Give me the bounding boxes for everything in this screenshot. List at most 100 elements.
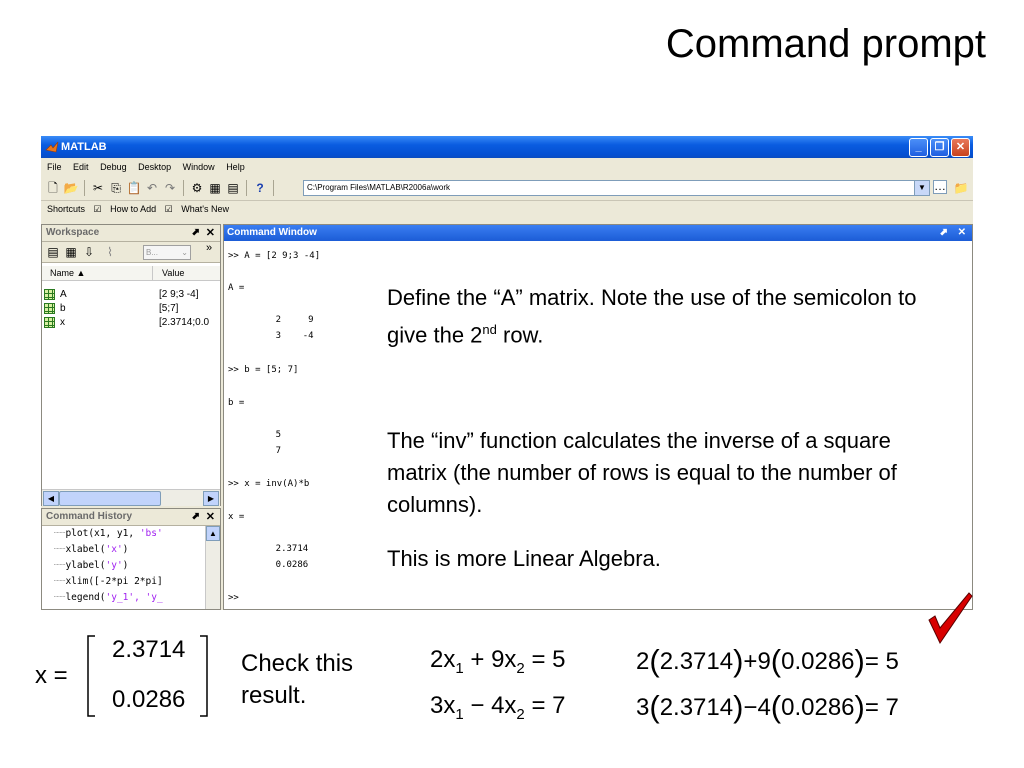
column-name[interactable]: Name ▲ bbox=[50, 266, 85, 280]
paste-icon[interactable]: 📋 bbox=[126, 180, 142, 196]
vertical-scrollbar[interactable]: ▲ bbox=[205, 526, 220, 609]
eq-rhs: = 5 bbox=[864, 648, 899, 675]
menu-desktop[interactable]: Desktop bbox=[138, 162, 171, 172]
workspace-row[interactable]: x [2.3714;0.0 bbox=[42, 316, 220, 330]
workspace-row[interactable]: A [2 9;3 -4] bbox=[42, 288, 220, 302]
result-value-2: 0.0286 bbox=[112, 686, 186, 713]
workspace-title: Workspace bbox=[46, 227, 100, 238]
var-value: [2 9;3 -4] bbox=[159, 289, 199, 300]
folder-up-icon[interactable]: 📁 bbox=[953, 180, 969, 196]
command-history-panel: Command History ⬈ ✕ ┈┈plot(x1, y1, 'bs' … bbox=[41, 508, 221, 610]
restore-button[interactable]: ❐ bbox=[930, 138, 949, 157]
eq-subscript: 1 bbox=[455, 660, 464, 677]
output-line: b = bbox=[228, 398, 245, 408]
profiler-icon[interactable]: ▤ bbox=[225, 180, 241, 196]
var-name: x bbox=[60, 317, 65, 328]
eq-value: 0.0286 bbox=[781, 694, 855, 721]
history-item[interactable]: ┈┈ylabel('y') bbox=[54, 560, 128, 571]
command-line: >> x = inv(A)*b bbox=[228, 479, 310, 489]
scroll-right-icon[interactable]: ▶ bbox=[203, 491, 219, 506]
note-inv: The “inv” function calculates the invers… bbox=[387, 428, 897, 517]
eq-operator: − bbox=[470, 692, 485, 719]
minimize-button[interactable]: _ bbox=[909, 138, 928, 157]
undock-icon[interactable]: ⬈ bbox=[192, 509, 200, 525]
history-item[interactable]: ┈┈legend('y_1', 'y_ bbox=[54, 592, 163, 603]
guide-icon[interactable]: ▦ bbox=[207, 180, 223, 196]
chevron-down-icon[interactable]: ▼ bbox=[914, 180, 930, 196]
substitution-1: 2(2.3714)+9(0.0286)= 5 bbox=[636, 641, 899, 678]
menu-edit[interactable]: Edit bbox=[73, 162, 89, 172]
eq-value: 0.0286 bbox=[781, 648, 855, 675]
simulink-icon[interactable]: ⚙ bbox=[189, 180, 205, 196]
workspace-row[interactable]: b [5;7] bbox=[42, 302, 220, 316]
open-folder-icon[interactable]: 📂 bbox=[63, 180, 79, 196]
menu-bar: File Edit Debug Desktop Window Help bbox=[41, 158, 973, 176]
open-paren: ( bbox=[649, 643, 660, 678]
var-name: b bbox=[60, 303, 66, 314]
history-code: plot(x1, y1, bbox=[65, 528, 140, 539]
slide-title: Command prompt bbox=[665, 22, 986, 66]
chevron-right-icon[interactable]: » bbox=[206, 242, 212, 254]
history-string: 'x' bbox=[105, 544, 123, 555]
browse-folder-icon[interactable]: … bbox=[933, 180, 947, 194]
redo-icon[interactable]: ↷ bbox=[162, 180, 178, 196]
history-item[interactable]: ┈┈xlabel('x') bbox=[54, 544, 128, 555]
output-line: 5 bbox=[254, 430, 282, 440]
var-name: A bbox=[60, 289, 67, 300]
close-icon[interactable]: ✕ bbox=[206, 225, 215, 241]
new-variable-icon[interactable]: ▤ bbox=[45, 244, 61, 260]
cut-icon[interactable]: ✂ bbox=[90, 180, 106, 196]
history-code: xlim([-2*pi 2*pi] bbox=[65, 576, 163, 587]
title-bar[interactable]: MATLAB _ ❐ ✕ bbox=[41, 136, 973, 158]
menu-help[interactable]: Help bbox=[226, 162, 245, 172]
eq-operator: − bbox=[743, 694, 758, 721]
eq-term: 3x bbox=[430, 692, 456, 719]
command-prompt[interactable]: >> bbox=[228, 593, 239, 603]
current-directory-field[interactable]: C:\Program Files\MATLAB\R2006a\work bbox=[303, 180, 920, 196]
plot-selector-dropdown[interactable]: B... ⌄ bbox=[143, 245, 191, 260]
undock-icon[interactable]: ⬈ bbox=[940, 225, 948, 241]
equation-2: 3x1 − 4x2 = 7 bbox=[430, 692, 565, 723]
eq-coef: 2 bbox=[636, 648, 650, 675]
menu-window[interactable]: Window bbox=[183, 162, 215, 172]
note-superscript: nd bbox=[482, 322, 497, 337]
undock-icon[interactable]: ⬈ bbox=[192, 225, 200, 241]
menu-debug[interactable]: Debug bbox=[100, 162, 127, 172]
close-button[interactable]: ✕ bbox=[951, 138, 970, 157]
close-icon[interactable]: ✕ bbox=[958, 225, 966, 241]
shortcut-whats-new[interactable]: ☑ What's New bbox=[165, 204, 229, 214]
import-data-icon[interactable]: ⇩ bbox=[81, 244, 97, 260]
workspace-toolbar: ▤ ▦ ⇩ ⌇ B... ⌄ » bbox=[42, 242, 220, 263]
history-item[interactable]: ┈┈plot(x1, y1, 'bs' bbox=[54, 528, 163, 539]
result-value-1: 2.3714 bbox=[112, 636, 186, 663]
horizontal-scrollbar[interactable]: ◀ ▶ bbox=[42, 489, 220, 506]
note-define-a-tail: row. bbox=[496, 322, 544, 348]
help-icon[interactable]: ? bbox=[252, 180, 268, 196]
undo-icon[interactable]: ↶ bbox=[144, 180, 160, 196]
menu-file[interactable]: File bbox=[47, 162, 62, 172]
equation-1: 2x1 + 9x2 = 5 bbox=[430, 646, 565, 677]
open-paren: ( bbox=[649, 689, 660, 724]
plot-selector-value: B... bbox=[146, 248, 159, 257]
history-string: 'bs' bbox=[139, 528, 163, 539]
copy-icon[interactable]: ⎘ bbox=[108, 180, 124, 196]
substitution-2: 3(2.3714)−4(0.0286)= 7 bbox=[636, 687, 899, 724]
close-paren: ) bbox=[733, 643, 744, 678]
matrix-icon bbox=[44, 317, 55, 328]
plot-icon[interactable]: ⌇ bbox=[102, 244, 118, 260]
close-paren: ) bbox=[854, 689, 865, 724]
new-file-icon[interactable]: 🗋 bbox=[45, 180, 61, 196]
open-selection-icon[interactable]: ▦ bbox=[63, 244, 79, 260]
close-icon[interactable]: ✕ bbox=[206, 509, 215, 525]
matlab-window: MATLAB _ ❐ ✕ File Edit Debug Desktop Win… bbox=[41, 136, 973, 610]
eq-coef: 9 bbox=[757, 648, 771, 675]
scroll-up-icon[interactable]: ▲ bbox=[206, 526, 220, 541]
shortcuts-bar: Shortcuts ☑ How to Add ☑ What's New bbox=[41, 201, 973, 218]
history-item[interactable]: ┈┈xlim([-2*pi 2*pi] bbox=[54, 576, 163, 587]
chevron-down-icon: ⌄ bbox=[181, 248, 188, 257]
shortcut-how-to-add[interactable]: ☑ How to Add bbox=[94, 204, 157, 214]
scroll-left-icon[interactable]: ◀ bbox=[43, 491, 59, 506]
close-paren: ) bbox=[733, 689, 744, 724]
scroll-thumb[interactable] bbox=[59, 491, 161, 506]
column-value[interactable]: Value bbox=[162, 266, 184, 280]
